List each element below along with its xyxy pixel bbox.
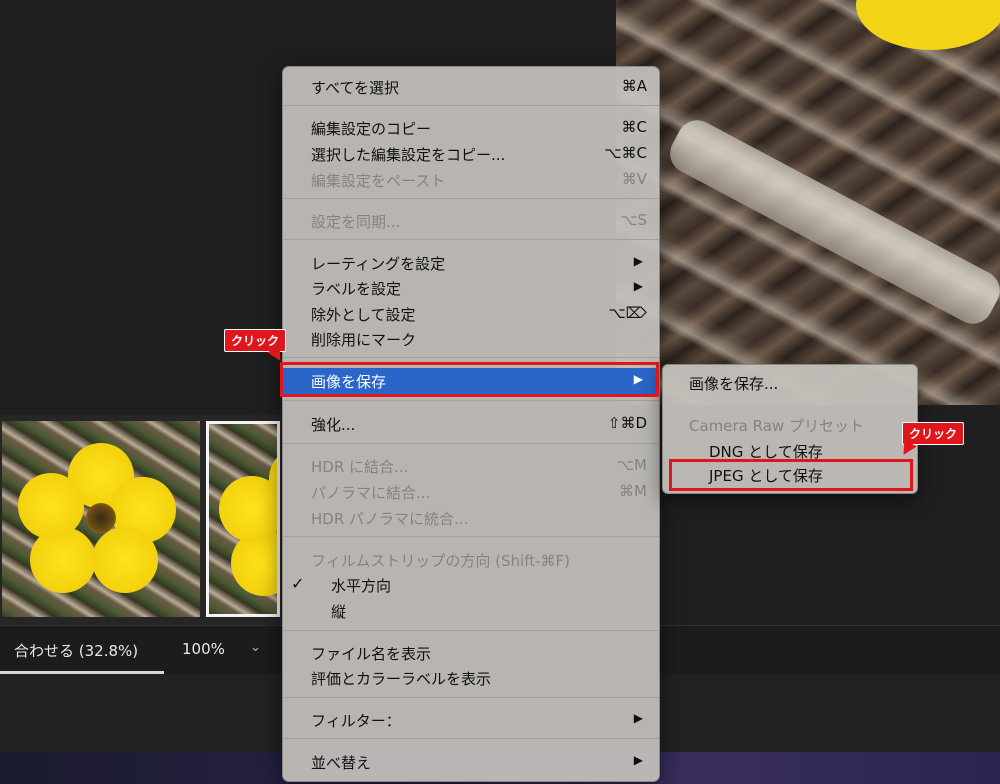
filmstrip-thumbnail-selected[interactable] (206, 421, 280, 617)
submenu-arrow-icon: ▶ (633, 254, 643, 268)
menu-separator (283, 443, 659, 444)
menu-separator (283, 630, 659, 631)
menu-separator (283, 400, 659, 401)
menu-item-enhance[interactable]: 強化... ⇧⌘D (283, 411, 659, 435)
menu-item-sort[interactable]: 並べ替え ▶ (283, 749, 659, 773)
photo-preview (616, 0, 1000, 405)
menu-separator (283, 357, 659, 358)
submenu-arrow-icon: ▶ (633, 753, 643, 767)
filmstrip-context-menu: すべてを選択 ⌘A 編集設定のコピー ⌘C 選択した編集設定をコピー... ⌥⌘… (282, 66, 660, 782)
checkmark-icon: ✓ (291, 574, 305, 593)
submenu-arrow-icon: ▶ (633, 711, 643, 725)
flower-image (18, 443, 176, 593)
menu-item-merge-hdr-panorama: HDR パノラマに統合... (311, 510, 469, 528)
menu-item-copy-settings[interactable]: 編集設定のコピー ⌘C (283, 115, 659, 139)
menu-item-sync-settings: 設定を同期... ⌥S (311, 211, 647, 231)
photo-branch (663, 113, 1000, 331)
highlight-frame-save-jpeg (669, 459, 913, 491)
filmstrip-thumbnail[interactable] (2, 421, 200, 617)
menu-item-select-all[interactable]: すべてを選択 ⌘A (283, 74, 659, 98)
flower-image (219, 446, 277, 596)
menu-item-set-label[interactable]: ラベルを設定 ▶ (283, 275, 659, 299)
menu-item-set-rating[interactable]: レーティングを設定 ▶ (283, 250, 659, 274)
menu-item-set-reject[interactable]: 除外として設定 ⌥⌦ (283, 301, 659, 325)
highlight-frame-save-image (280, 362, 659, 397)
menu-item-filter[interactable]: フィルター： ▶ (283, 707, 659, 731)
menu-item-vertical[interactable]: 縦 (283, 598, 659, 622)
menu-item-show-filename[interactable]: ファイル名を表示 (283, 640, 659, 664)
menu-item-horizontal[interactable]: ✓ 水平方向 (283, 572, 659, 596)
menu-separator (283, 697, 659, 698)
submenu-header-camera-raw-presets: Camera Raw プリセット (689, 417, 864, 435)
photo-petal (856, 0, 1000, 50)
menu-separator (283, 239, 659, 240)
menu-item-copy-selected-settings[interactable]: 選択した編集設定をコピー... ⌥⌘C (283, 141, 659, 165)
click-callout: クリック (902, 422, 965, 445)
zoom-fit-button[interactable]: 合わせる (32.8%) (14, 640, 138, 661)
menu-separator (283, 198, 659, 199)
menu-separator (283, 105, 659, 106)
menu-header-filmstrip-orientation: フィルムストリップの方向 (Shift-⌘F) (311, 552, 571, 570)
zoom-100-button[interactable]: 100% (182, 640, 225, 658)
menu-item-merge-hdr: HDR に結合... ⌥M (311, 456, 647, 476)
menu-separator (283, 536, 659, 537)
menu-item-show-ratings-labels[interactable]: 評価とカラーラベルを表示 (283, 665, 659, 689)
zoom-dropdown-icon[interactable]: ⌄ (250, 640, 261, 655)
menu-item-paste-settings: 編集設定をペースト ⌘V (311, 170, 647, 190)
menu-separator (283, 738, 659, 739)
menu-item-merge-panorama: パノラマに結合... ⌘M (311, 482, 647, 502)
submenu-arrow-icon: ▶ (633, 279, 643, 293)
menu-item-mark-for-deletion[interactable]: 削除用にマーク (283, 326, 659, 350)
submenu-item-save-image[interactable]: 画像を保存... (689, 373, 778, 394)
